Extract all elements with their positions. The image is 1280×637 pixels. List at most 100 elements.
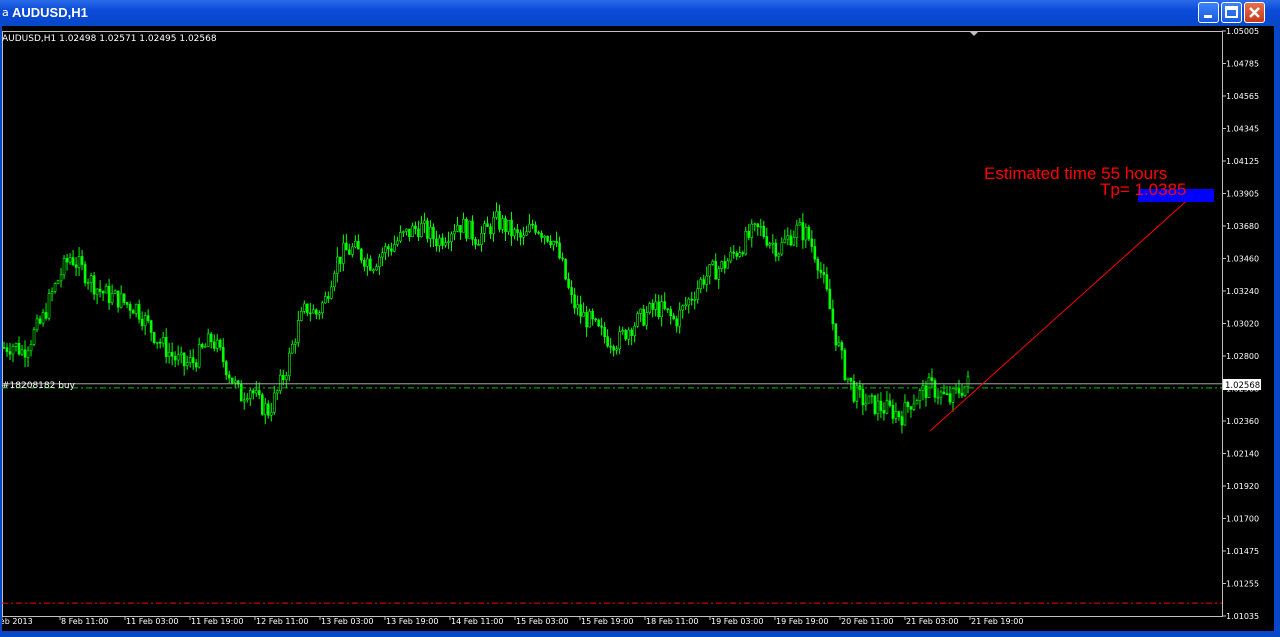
candle-body (29, 344, 33, 352)
candle-body (846, 377, 850, 380)
candle-body (681, 305, 685, 311)
candle-body (843, 349, 847, 380)
candle-body (342, 242, 345, 264)
candle-body (336, 256, 339, 274)
candle-body (203, 346, 207, 348)
candle-body (630, 329, 633, 336)
candle-body (816, 258, 820, 271)
candle-body (705, 275, 709, 285)
candle-body (834, 323, 838, 346)
candle-body (62, 258, 66, 276)
candle-body (432, 226, 435, 240)
candle-body (321, 302, 324, 314)
candle-body (173, 355, 177, 361)
x-tick-label: 19 Feb 19:00 (776, 617, 828, 626)
candle-body (873, 395, 877, 414)
candle-body (366, 258, 369, 267)
close-icon (1249, 7, 1260, 18)
chart-header: AUDUSD,H1 1.02498 1.02571 1.02495 1.0256… (2, 34, 217, 44)
candle-body (762, 225, 766, 237)
candle-body (242, 399, 246, 402)
candle-body (621, 330, 624, 332)
candle-body (441, 237, 444, 246)
candle-body (209, 333, 213, 343)
candle-body (303, 303, 306, 312)
tp-prefix: Tp= (1100, 180, 1135, 199)
y-tick-label: 1.03460 (1226, 255, 1259, 264)
candle-body (711, 260, 715, 265)
candle-body (8, 351, 12, 355)
candle-body (429, 226, 432, 239)
y-tick-label: 1.03020 (1226, 320, 1259, 329)
candle-body (230, 377, 234, 384)
candle-body (411, 225, 414, 238)
candle-body (654, 301, 657, 310)
candle-body (651, 303, 654, 310)
candle-body (221, 346, 225, 363)
candle-body (348, 249, 351, 255)
x-tick-label: 21 Feb 19:00 (971, 617, 1023, 626)
price-chart[interactable]: AUDUSD,H1 1.02498 1.02571 1.02495 1.0256… (2, 26, 1274, 631)
candle-body (5, 347, 9, 352)
candle-body (693, 299, 697, 301)
candle-body (396, 240, 399, 245)
candle-body (495, 211, 498, 218)
candle-body (315, 309, 318, 315)
candle-body (555, 240, 558, 244)
maximize-icon (1225, 6, 1238, 18)
x-tick-label: 13 Feb 19:00 (386, 617, 438, 626)
y-tick-label: 1.01920 (1226, 482, 1259, 491)
candle-body (152, 332, 156, 343)
candle-body (909, 406, 913, 410)
candle-body (137, 304, 141, 320)
candle-body (125, 302, 129, 305)
candle-body (462, 218, 465, 233)
candle-body (579, 304, 582, 317)
candle-body (402, 231, 405, 233)
candle-body (134, 304, 138, 314)
candle-body (549, 241, 552, 246)
candle-body (309, 312, 312, 315)
candle-body (194, 362, 198, 368)
close-button[interactable] (1244, 2, 1265, 23)
candle-body (606, 336, 609, 347)
candle-body (146, 315, 150, 321)
candle-body (185, 362, 189, 367)
candle-body (687, 298, 691, 306)
candle-body (900, 416, 904, 426)
x-tick-label: 8 Feb 11:00 (61, 617, 108, 626)
maximize-button[interactable] (1221, 2, 1242, 23)
candle-body (759, 225, 763, 228)
candle-body (191, 357, 195, 364)
candle-body (83, 264, 87, 284)
candle-body (254, 390, 258, 394)
candle-body (306, 303, 309, 314)
candle-body (792, 237, 796, 246)
window-titlebar[interactable]: a AUDUSD,H1 (0, 0, 1280, 26)
candle-body (140, 318, 144, 327)
candle-body (573, 294, 576, 309)
candle-body (182, 352, 186, 367)
candle-body (38, 318, 42, 324)
window-border-right[interactable] (1274, 26, 1280, 637)
candle-body (735, 253, 739, 257)
candle-body (561, 257, 564, 260)
minimize-button[interactable] (1198, 2, 1219, 23)
candle-body (960, 392, 964, 396)
candle-body (420, 223, 423, 237)
candle-body (624, 330, 627, 340)
candle-body (771, 242, 775, 245)
y-tick-label: 1.04785 (1226, 60, 1259, 69)
candle-body (272, 392, 276, 413)
candle-body (564, 258, 567, 280)
candle-body (537, 232, 540, 234)
candle-body (915, 400, 919, 405)
candle-body (278, 375, 282, 392)
y-tick-label: 1.03680 (1226, 222, 1259, 231)
candle-body (678, 309, 682, 327)
candle-body (531, 223, 534, 226)
candle-body (257, 390, 261, 396)
candle-body (2, 347, 6, 349)
candle-body (471, 220, 474, 240)
candle-body (20, 349, 24, 355)
